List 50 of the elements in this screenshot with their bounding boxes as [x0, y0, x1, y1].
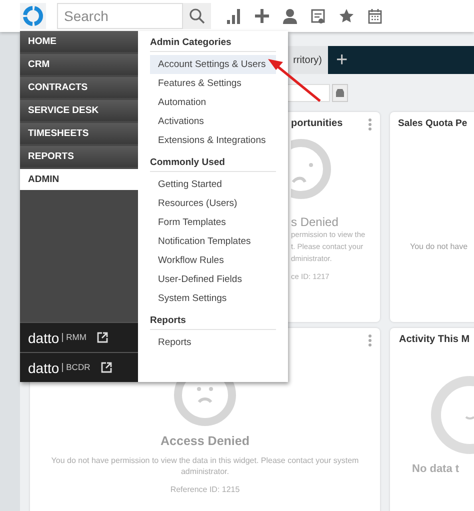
reference-id: Reference ID: 1215 [169, 485, 241, 494]
message-text: You do not have permission to view the data in this widget. Please contact your system administrator. [50, 455, 360, 477]
person-icon[interactable] [283, 8, 297, 24]
nav-item[interactable]: CONTRACTS [20, 77, 138, 98]
widget-title: portunities [291, 117, 343, 129]
section-heading: Reports [150, 314, 276, 330]
search-button[interactable] [183, 3, 211, 29]
add-tab-button[interactable]: + [330, 50, 354, 70]
nav-item[interactable]: REPORTS [20, 146, 138, 167]
widget-title: Sales Quota Pe [397, 117, 468, 129]
menu-item[interactable]: Account Settings & Users [150, 55, 276, 74]
menu-item[interactable]: Activations [150, 112, 276, 131]
menu-item[interactable]: System Settings [150, 289, 276, 308]
menu-item[interactable]: Features & Settings [150, 74, 276, 93]
menu-item[interactable]: Notification Templates [150, 232, 276, 251]
menu-item[interactable]: Extensions & Integrations [150, 131, 276, 150]
logo-icon[interactable] [20, 3, 46, 29]
nav-item[interactable]: CRM [20, 54, 138, 75]
widget-title: Activity This M [398, 333, 471, 345]
nav-item[interactable]: SERVICE DESK [20, 100, 138, 121]
search-icon [189, 8, 205, 24]
menu-item[interactable]: Workflow Rules [150, 251, 276, 270]
document-icon[interactable] [311, 8, 325, 24]
star-icon[interactable] [339, 9, 354, 23]
plus-icon[interactable] [255, 9, 269, 23]
bar-chart-icon[interactable] [227, 8, 241, 24]
search-field[interactable]: Search [57, 3, 183, 29]
menu-item[interactable]: Resources (Users) [150, 194, 276, 213]
menu-item[interactable]: Automation [150, 93, 276, 112]
nav-item[interactable]: ADMIN [20, 169, 138, 190]
nav-item[interactable]: HOME [20, 31, 138, 52]
access-denied-heading: Access Denied [160, 434, 250, 448]
menu-item[interactable]: Form Templates [150, 213, 276, 232]
section-heading: Commonly Used [150, 156, 276, 172]
menu-item[interactable]: Reports [150, 333, 276, 352]
message-text: You do not have [409, 242, 469, 251]
product-link[interactable]: datto RMM [20, 322, 138, 352]
nav-item[interactable]: TIMESHEETS [20, 123, 138, 144]
external-link-icon [97, 332, 108, 343]
tray-button[interactable] [332, 84, 348, 102]
no-data-text: No data t [411, 463, 460, 475]
menu-item[interactable]: User-Defined Fields [150, 270, 276, 289]
access-denied-heading: s Denied [291, 215, 340, 229]
product-link[interactable]: datto BCDR [20, 352, 138, 382]
menu-item[interactable]: Getting Started [150, 175, 276, 194]
calendar-icon[interactable] [368, 8, 382, 24]
external-link-icon [101, 362, 112, 373]
sad-face-icon [291, 137, 333, 201]
tray-icon [335, 89, 345, 97]
section-heading: Admin Categories [150, 36, 276, 52]
